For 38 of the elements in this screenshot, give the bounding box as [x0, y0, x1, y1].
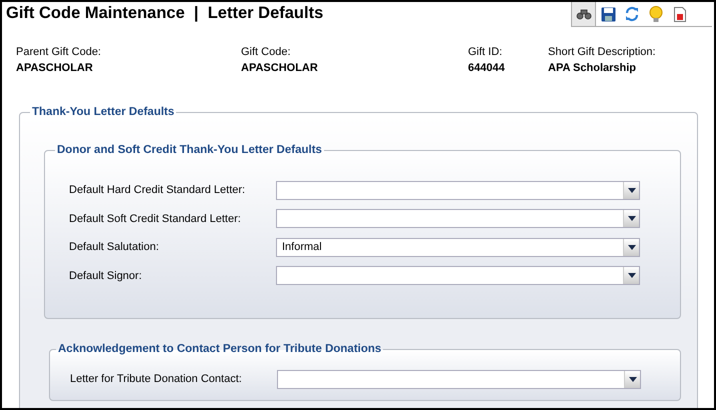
dropdown-field[interactable] [276, 266, 640, 286]
field-value: 644044 [468, 62, 506, 74]
dropdown-field[interactable] [277, 370, 641, 389]
dropdown-button[interactable] [624, 370, 640, 388]
dropdown-button[interactable] [623, 182, 639, 199]
report-icon [674, 6, 686, 22]
field-label: Gift ID: [468, 46, 504, 58]
field-label: Letter for Tribute Donation Contact: [70, 373, 243, 386]
field-label: Default Soft Credit Standard Letter: [69, 212, 242, 225]
field-value: APASCHOLAR [241, 62, 319, 74]
dropdown-button[interactable] [623, 210, 639, 228]
field-value: APASCHOLAR [16, 62, 94, 74]
dropdown-field[interactable] [276, 180, 640, 200]
dropdown-field[interactable] [276, 209, 640, 228]
field-label: Parent Gift Code: [16, 46, 102, 58]
caret-icon [628, 188, 636, 193]
group-title: Donor and Soft Credit Thank-You Letter Defaults [56, 144, 323, 156]
group-title: Acknowledgement to Contact Person for Tribute Donations [57, 343, 382, 355]
caret-icon [628, 244, 636, 250]
caret-icon [628, 216, 636, 222]
binoculars-icon [576, 8, 592, 20]
dropdown-button[interactable] [623, 238, 639, 256]
section-title: Thank-You Letter Defaults [31, 106, 176, 118]
dropdown-field[interactable]: Informal [276, 238, 640, 257]
field-label: Default Salutation: [69, 241, 160, 254]
refresh-icon [624, 6, 640, 22]
lightbulb-icon [649, 6, 663, 22]
caret-icon [628, 376, 636, 382]
field-label: Gift Code: [241, 46, 292, 58]
dropdown-button[interactable] [623, 267, 639, 284]
field-value: APA Scholarship [548, 62, 638, 74]
caret-icon [628, 273, 636, 278]
save-icon [600, 6, 616, 22]
toolbar-button[interactable] [572, 2, 596, 26]
page-title: Gift Code Maintenance | Letter Defaults [6, 4, 324, 23]
field-label: Default Hard Credit Standard Letter: [69, 184, 246, 196]
field-label: Short Gift Description: [548, 46, 657, 58]
field-label: Default Signor: [69, 270, 143, 282]
